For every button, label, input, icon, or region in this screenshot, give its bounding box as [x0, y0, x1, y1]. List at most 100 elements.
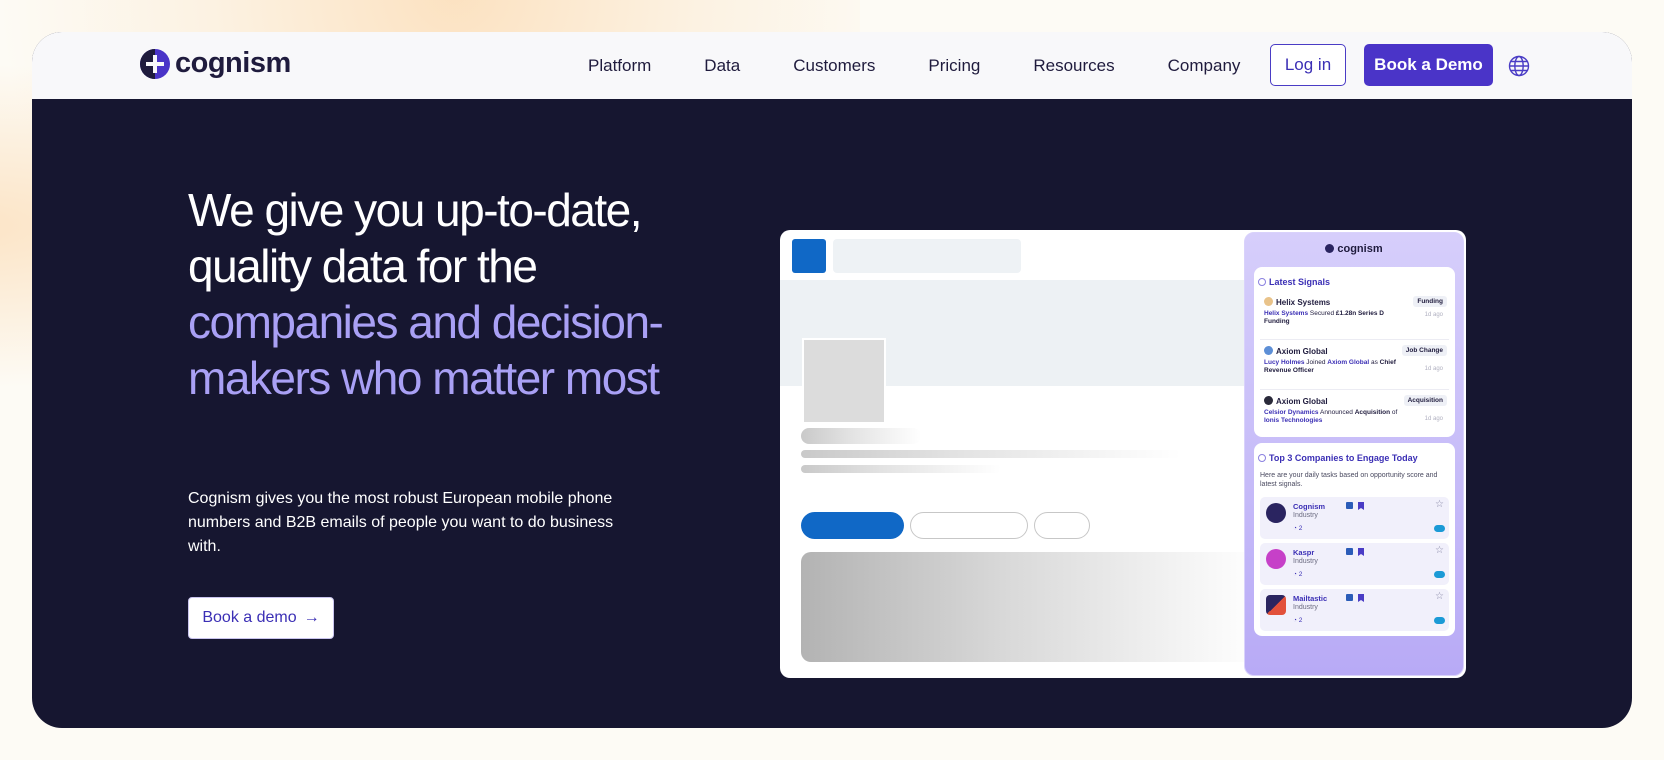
top-navbar: cognism Platform Data Customers Pricing … [32, 32, 1632, 99]
signal-item[interactable]: Axiom Global Job Change Lucy Holmes Join… [1260, 339, 1449, 389]
company-icon [1264, 396, 1273, 405]
company-name: Cognism [1293, 502, 1326, 511]
company-icon [1264, 297, 1273, 306]
mock-text-line [801, 428, 921, 444]
nav-company[interactable]: Company [1168, 56, 1241, 76]
latest-signals-card: Latest Signals Helix Systems Funding Hel… [1254, 267, 1455, 437]
signal-time: 1d ago [1424, 312, 1443, 318]
signal-time: 1d ago [1424, 366, 1443, 372]
book-demo-button[interactable]: Book a Demo [1364, 44, 1493, 86]
latest-signals-title: Latest Signals [1258, 277, 1330, 287]
linkedin-icon[interactable] [1346, 502, 1353, 509]
signal-company-name: Axiom Global [1276, 347, 1328, 356]
nav-pricing[interactable]: Pricing [928, 56, 980, 76]
company-industry: Industry [1293, 604, 1318, 611]
company-contact-count: ◔ 2 [1293, 571, 1303, 578]
signal-body: Helix Systems Secured £1.28n Series D Fu… [1264, 310, 1404, 326]
signal-time: 1d ago [1424, 416, 1443, 422]
signal-company-name: Axiom Global [1276, 397, 1328, 406]
bookmark-icon[interactable] [1358, 594, 1364, 602]
signal-link-text[interactable]: Celsior Dynamics [1264, 409, 1319, 416]
signal-company-name: Helix Systems [1276, 298, 1331, 307]
nav-customers[interactable]: Customers [793, 56, 875, 76]
hero-book-demo-button[interactable]: Book a demo → [188, 597, 334, 639]
globe-icon[interactable] [1508, 55, 1530, 77]
company-name: Kaspr [1293, 548, 1315, 557]
signal-item[interactable]: Helix Systems Funding Helix Systems Secu… [1260, 293, 1449, 339]
signal-item[interactable]: Axiom Global Acquisition Celsior Dynamic… [1260, 389, 1449, 435]
salesforce-icon[interactable] [1434, 525, 1445, 532]
brand-name: cognism [175, 47, 291, 79]
top-companies-description: Here are your daily tasks based on oppor… [1260, 472, 1438, 488]
signal-link-text[interactable]: Lucy Holmes [1264, 359, 1304, 366]
page-frame: cognism Platform Data Customers Pricing … [32, 32, 1632, 728]
linkedin-icon[interactable] [1346, 548, 1353, 555]
headline-plain: We give you up-to-date, quality data for… [188, 184, 643, 292]
signal-text: as [1369, 359, 1380, 366]
signal-tag: Acquisition [1403, 395, 1447, 406]
company-icon [1264, 346, 1273, 355]
company-row[interactable]: Kaspr Industry ◔ 2 ☆ [1260, 543, 1449, 585]
salesforce-icon[interactable] [1434, 617, 1445, 624]
company-row[interactable]: Cognism Industry ◔ 2 ☆ [1260, 497, 1449, 539]
company-name: Mailtastic [1293, 594, 1328, 603]
mock-search-bar [833, 239, 1021, 273]
mock-outline-pill [910, 512, 1028, 539]
signal-text: of [1390, 409, 1398, 416]
mock-outline-pill [1034, 512, 1090, 539]
hero-headline: We give you up-to-date, quality data for… [188, 182, 668, 406]
signal-tag: Job Change [1401, 345, 1447, 356]
brand-logo[interactable]: cognism [139, 47, 291, 80]
top-companies-title: Top 3 Companies to Engage Today [1258, 453, 1418, 463]
signal-body: Celsior Dynamics Announced Acquisition o… [1264, 409, 1404, 425]
signal-tag: Funding [1413, 296, 1447, 307]
arrow-right-icon: → [303, 609, 320, 626]
mock-text-line [801, 465, 1001, 473]
linkedin-icon[interactable] [1346, 594, 1353, 601]
nav-links: Platform Data Customers Pricing Resource… [588, 32, 1293, 99]
signal-text: Joined [1304, 359, 1328, 366]
headline-accent: companies and decision-makers who matter… [188, 296, 664, 404]
signal-text: Announced [1318, 409, 1355, 416]
nav-platform[interactable]: Platform [588, 56, 651, 76]
bookmark-icon[interactable] [1358, 502, 1364, 510]
extension-panel: cognism Latest Signals Helix Systems Fun… [1244, 232, 1464, 676]
contact-count-value: 2 [1298, 617, 1303, 624]
salesforce-icon[interactable] [1434, 571, 1445, 578]
top-companies-label: Top 3 Companies to Engage Today [1269, 453, 1418, 463]
contact-count-value: 2 [1298, 571, 1303, 578]
star-icon[interactable]: ☆ [1435, 499, 1444, 510]
hero-subtext: Cognism gives you the most robust Europe… [188, 490, 614, 555]
star-icon[interactable]: ☆ [1435, 545, 1444, 556]
target-icon [1258, 454, 1266, 462]
company-contact-count: ◔ 2 [1293, 617, 1303, 624]
mock-content-block [801, 552, 1261, 662]
company-row[interactable]: Mailtastic Industry ◔ 2 ☆ [1260, 589, 1449, 631]
panel-brand: cognism [1337, 243, 1383, 255]
signal-company: Helix Systems [1264, 297, 1330, 307]
signal-link-text[interactable]: Helix Systems [1264, 310, 1308, 317]
top-companies-card: Top 3 Companies to Engage Today Here are… [1254, 443, 1455, 636]
mock-profile-photo [802, 338, 886, 424]
company-industry: Industry [1293, 558, 1318, 565]
bookmark-icon[interactable] [1358, 548, 1364, 556]
hero-cta-label: Book a demo [202, 609, 297, 626]
mock-primary-pill [801, 512, 904, 539]
company-contact-count: ◔ 2 [1293, 525, 1303, 532]
cognism-logo-icon [140, 48, 170, 79]
signal-link-text[interactable]: Ionis Technologies [1264, 417, 1322, 424]
kaspr-company-logo [1266, 549, 1286, 569]
signal-company: Axiom Global [1264, 346, 1328, 356]
mock-app-icon [792, 239, 826, 273]
panel-logo: cognism [1245, 243, 1463, 255]
nav-data[interactable]: Data [704, 56, 740, 76]
signal-text: Acquisition [1354, 409, 1391, 416]
star-icon[interactable]: ☆ [1435, 591, 1444, 602]
signal-link-text[interactable]: Axiom Global [1327, 359, 1369, 366]
mailtastic-company-logo [1266, 595, 1286, 615]
cognism-company-logo [1266, 503, 1286, 523]
company-industry: Industry [1293, 512, 1318, 519]
login-button[interactable]: Log in [1270, 44, 1346, 86]
nav-resources[interactable]: Resources [1033, 56, 1114, 76]
signal-icon [1258, 278, 1266, 286]
